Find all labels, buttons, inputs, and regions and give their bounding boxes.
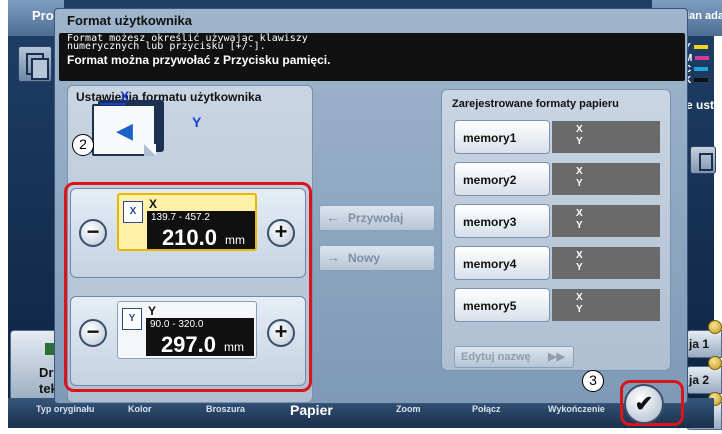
feed-arrow-icon: ◀ (116, 118, 133, 143)
page-icon[interactable] (690, 146, 716, 174)
bg-right-button-1[interactable]: ja 1 (686, 330, 722, 358)
y-unit: mm (224, 340, 244, 354)
height-dimension-icon: Y (122, 308, 142, 330)
x-value-field[interactable]: X X 139.7 - 457.2 210.0 mm (117, 193, 257, 251)
paper-orientation-diagram: ◀ (82, 86, 202, 166)
y-value: 297.0 (160, 332, 216, 357)
knob-icon (708, 320, 722, 334)
y-value-field[interactable]: Y Y 90.0 - 320.0 297.0 mm (117, 301, 257, 359)
memory-row: memory4 XY (454, 246, 662, 280)
y-minus-button[interactable]: − (79, 319, 107, 347)
memory-y: Y (576, 304, 583, 315)
bottom-tab-combine[interactable]: Połącz (472, 404, 501, 414)
bottom-tab-paper[interactable]: Papier (290, 402, 333, 418)
registered-formats-panel: Zarejestrowane formaty papieru memory1 X… (441, 89, 671, 371)
dialog-title: Format użytkownika (67, 13, 192, 28)
memory-x: X (576, 250, 583, 261)
memory-y: Y (576, 178, 583, 189)
message-line-2: numerycznych lub przycisku [+/-]. (67, 41, 266, 52)
x-value-display: 139.7 - 457.2 210.0 mm (147, 211, 255, 250)
screen: Prog Man adań Y M C K e usta Druk tekst … (0, 0, 722, 434)
memory-row: memory5 XY (454, 288, 662, 322)
bg-settings-text: e usta (686, 98, 721, 112)
y-axis-letter: Y (148, 304, 157, 318)
arrow-right-icon: → (326, 249, 340, 265)
diagram-y-label: Y (192, 114, 202, 130)
toner-bar-c (694, 67, 709, 72)
memory-button-1[interactable]: memory1 (454, 120, 550, 154)
memory-x: X (576, 208, 583, 219)
x-value: 210.0 (161, 225, 217, 250)
x-minus-button[interactable]: − (79, 219, 107, 247)
memory-x: X (576, 124, 583, 135)
new-label: Nowy (348, 251, 381, 265)
memory-row: memory3 XY (454, 204, 662, 238)
bottom-tab-color[interactable]: Kolor (128, 404, 152, 414)
bg-right-button-2[interactable]: ja 2 (686, 366, 722, 394)
memory-button-5[interactable]: memory5 (454, 288, 550, 322)
memory-button-3[interactable]: memory3 (454, 204, 550, 238)
memory-x: X (576, 166, 583, 177)
memory-row: memory1 XY (454, 120, 662, 154)
memory-value-4: XY (552, 247, 660, 279)
memory-value-2: XY (552, 163, 660, 195)
toner-bar-y (693, 45, 708, 50)
bg-right-label-1: ja 1 (689, 337, 710, 351)
memory-button-4[interactable]: memory4 (454, 246, 550, 280)
fast-forward-icon: ▶▶ (548, 351, 565, 363)
memory-y: Y (576, 220, 583, 231)
memory-value-5: XY (552, 289, 660, 321)
memory-value-1: XY (552, 121, 660, 153)
bg-right-label-2: ja 2 (689, 373, 710, 387)
toner-levels: Y M C K (684, 42, 714, 86)
memory-value-3: XY (552, 205, 660, 237)
bottom-tab-original-type[interactable]: Typ oryginału (36, 404, 94, 414)
y-range: 90.0 - 320.0 (150, 319, 204, 330)
bottom-tab-finishing[interactable]: Wykończenie (548, 404, 605, 414)
memory-y: Y (576, 262, 583, 273)
y-value-display: 90.0 - 320.0 297.0 mm (146, 318, 254, 357)
knob-icon (708, 356, 722, 370)
recall-label: Przywołaj (348, 211, 404, 225)
toner-bar-m (695, 56, 710, 61)
x-dimension-card: − X X 139.7 - 457.2 210.0 mm + (70, 188, 306, 278)
x-unit: mm (225, 233, 245, 247)
edit-name-label: Edytuj nazwę (461, 351, 531, 363)
paper-sheet-icon: ◀ (92, 104, 156, 156)
y-dimension-card: − Y Y 90.0 - 320.0 297.0 mm + (70, 296, 306, 386)
memory-button-2[interactable]: memory2 (454, 162, 550, 196)
callout-3: 3 (582, 370, 604, 392)
ok-button[interactable]: ✔ (624, 384, 664, 424)
recall-button[interactable]: ← Przywołaj (319, 205, 435, 231)
memory-row: memory2 XY (454, 162, 662, 196)
arrow-left-icon: ← (326, 209, 340, 225)
memory-x: X (576, 292, 583, 303)
x-range: 139.7 - 457.2 (151, 212, 210, 223)
memory-y: Y (576, 136, 583, 147)
callout-2: 2 (72, 134, 94, 156)
width-dimension-icon: X (123, 201, 143, 223)
copy-icon (18, 46, 52, 82)
diagram-x-label: X (120, 88, 130, 104)
bottom-tab-zoom[interactable]: Zoom (396, 404, 421, 414)
toner-bar-k (694, 78, 709, 83)
message-line-3: Format można przywołać z Przycisku pamię… (67, 53, 331, 67)
new-button[interactable]: → Nowy (319, 245, 435, 271)
y-plus-button[interactable]: + (267, 319, 295, 347)
x-axis-letter: X (149, 197, 158, 211)
registered-formats-title: Zarejestrowane formaty papieru (452, 98, 619, 110)
edit-name-button[interactable]: Edytuj nazwę ▶▶ (454, 346, 574, 368)
x-plus-button[interactable]: + (267, 219, 295, 247)
dialog-message: Format możesz określić używając klawiszy… (59, 33, 685, 81)
bottom-tab-booklet[interactable]: Broszura (206, 404, 245, 414)
